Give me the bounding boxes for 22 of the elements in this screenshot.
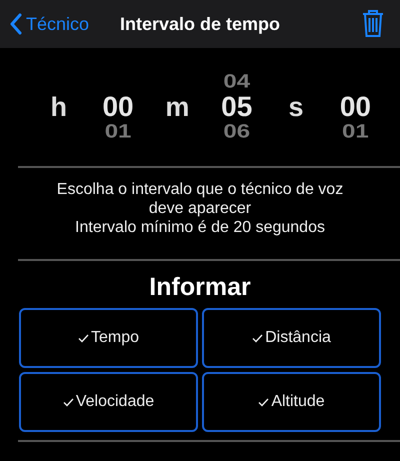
unit-label: h xyxy=(49,92,68,122)
screen-title: Intervalo de tempo xyxy=(120,14,280,34)
picker-option[interactable]: 01 xyxy=(342,122,369,142)
picker-option[interactable]: 01 xyxy=(104,122,132,142)
unit-label: m xyxy=(164,92,190,122)
description-text: Escolha o intervalo que o técnico de voz deve aparecer xyxy=(56,180,344,218)
option-button[interactable]: Velocidade xyxy=(19,372,198,432)
option-button[interactable]: Distância xyxy=(202,308,381,368)
chevron-icon xyxy=(9,13,22,35)
picker-value[interactable]: 00 xyxy=(340,94,371,120)
option-button[interactable]: Tempo xyxy=(19,308,198,368)
back-button[interactable]: Técnico xyxy=(9,13,90,35)
section-title: Informar xyxy=(149,273,251,302)
picker-option[interactable]: 04 xyxy=(223,72,250,92)
trash-icon xyxy=(362,9,384,37)
picker-value[interactable]: 00 xyxy=(102,94,134,120)
option-button[interactable]: Altitude xyxy=(202,372,381,432)
picker-value[interactable]: 05 xyxy=(221,94,252,120)
picker-option[interactable]: 06 xyxy=(223,122,250,142)
unit-label: s xyxy=(288,92,305,122)
description-text: Intervalo mínimo é de 20 segundos xyxy=(75,218,325,237)
delete-button[interactable] xyxy=(362,9,384,40)
